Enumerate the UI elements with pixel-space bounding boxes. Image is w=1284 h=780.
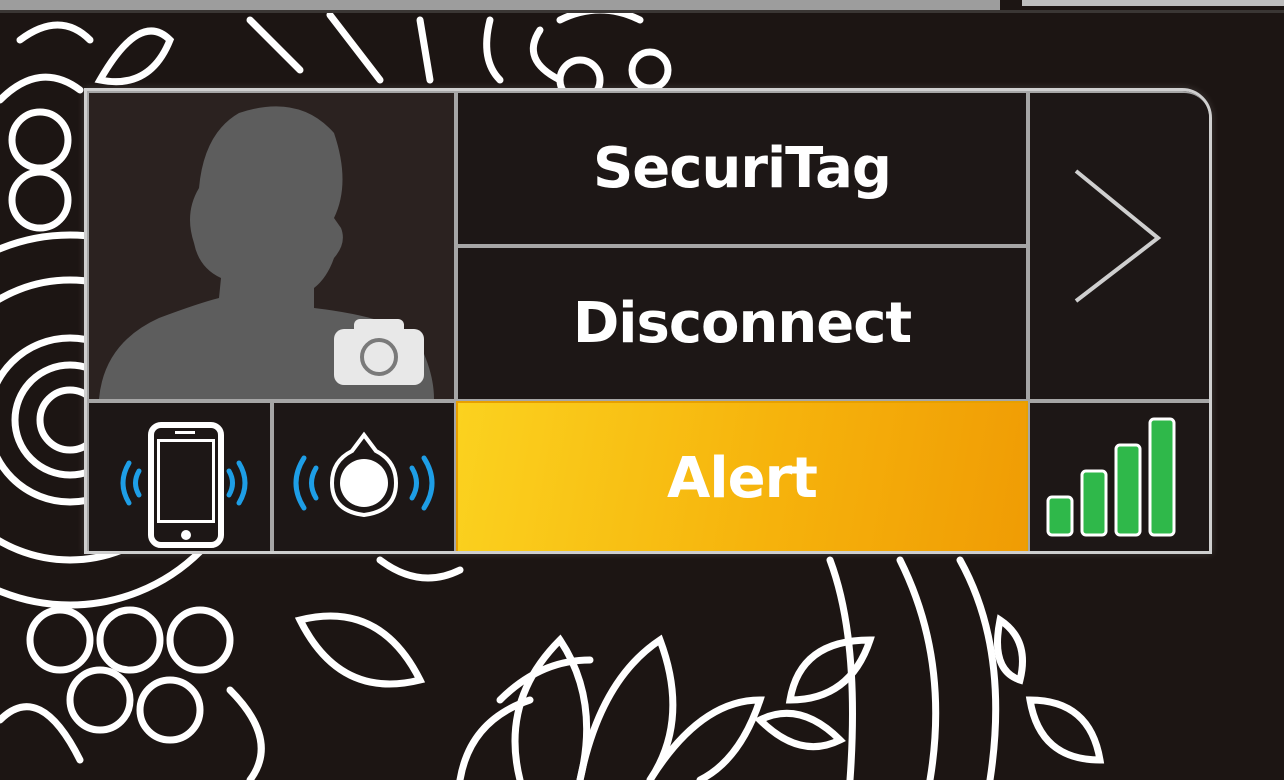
top-strip (0, 10, 1284, 13)
signal-bar-2 (1080, 469, 1108, 537)
signal-bar-1 (1046, 495, 1074, 537)
person-silhouette-icon (99, 106, 434, 399)
alert-label: Alert (667, 445, 818, 511)
chevron-right-icon (1074, 169, 1162, 303)
signal-bar-3 (1114, 443, 1142, 537)
signal-bar-4 (1148, 417, 1176, 537)
alert-button[interactable]: Alert (456, 401, 1028, 551)
next-button[interactable] (1028, 91, 1209, 401)
disconnect-button[interactable]: Disconnect (456, 246, 1028, 401)
tag-status[interactable] (272, 401, 456, 551)
signal-strength-icon (1046, 417, 1176, 537)
tag-ringing-icon (293, 431, 435, 518)
phone-status[interactable] (87, 401, 272, 551)
device-panel: SecuriTag Disconnect Alert (84, 88, 1212, 554)
disconnect-label: Disconnect (572, 291, 912, 356)
top-bar-right (1022, 0, 1284, 6)
signal-strength (1028, 401, 1209, 551)
phone-ringing-icon (120, 422, 248, 548)
app-title-text: SecuriTag (592, 136, 892, 201)
profile-photo[interactable] (87, 91, 456, 401)
app-title: SecuriTag (456, 91, 1028, 246)
